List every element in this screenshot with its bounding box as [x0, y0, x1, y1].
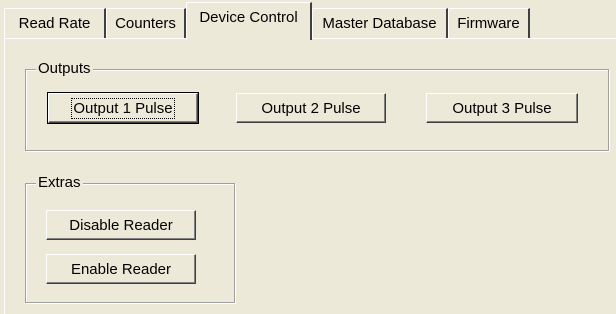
- tab-master-database[interactable]: Master Database: [312, 8, 448, 38]
- device-config-window: Read Rate Counters Device Control Master…: [0, 0, 616, 314]
- tab-read-rate[interactable]: Read Rate: [4, 8, 106, 38]
- tab-firmware[interactable]: Firmware: [448, 8, 530, 38]
- outputs-group: Outputs Output 1 Pulse Output 2 Pulse Ou…: [25, 60, 609, 151]
- extras-group: Extras Disable Reader Enable Reader: [25, 174, 235, 303]
- output-2-pulse-label: Output 2 Pulse: [261, 99, 361, 117]
- output-3-pulse-button[interactable]: Output 3 Pulse: [426, 93, 578, 123]
- extras-group-caption: Extras: [36, 174, 83, 192]
- device-control-page: Outputs Output 1 Pulse Output 2 Pulse Ou…: [4, 38, 616, 314]
- tab-device-control[interactable]: Device Control: [186, 2, 312, 40]
- output-2-pulse-button[interactable]: Output 2 Pulse: [236, 93, 386, 123]
- tab-counters[interactable]: Counters: [106, 8, 186, 38]
- outputs-group-caption: Outputs: [36, 60, 93, 78]
- enable-reader-label: Enable Reader: [70, 260, 172, 278]
- output-1-pulse-label: Output 1 Pulse: [71, 97, 175, 119]
- disable-reader-label: Disable Reader: [69, 216, 173, 234]
- tab-strip: Read Rate Counters Device Control Master…: [0, 0, 616, 40]
- enable-reader-button[interactable]: Enable Reader: [46, 254, 196, 284]
- output-1-pulse-button[interactable]: Output 1 Pulse: [47, 92, 199, 124]
- disable-reader-button[interactable]: Disable Reader: [46, 210, 196, 240]
- output-3-pulse-label: Output 3 Pulse: [452, 99, 552, 117]
